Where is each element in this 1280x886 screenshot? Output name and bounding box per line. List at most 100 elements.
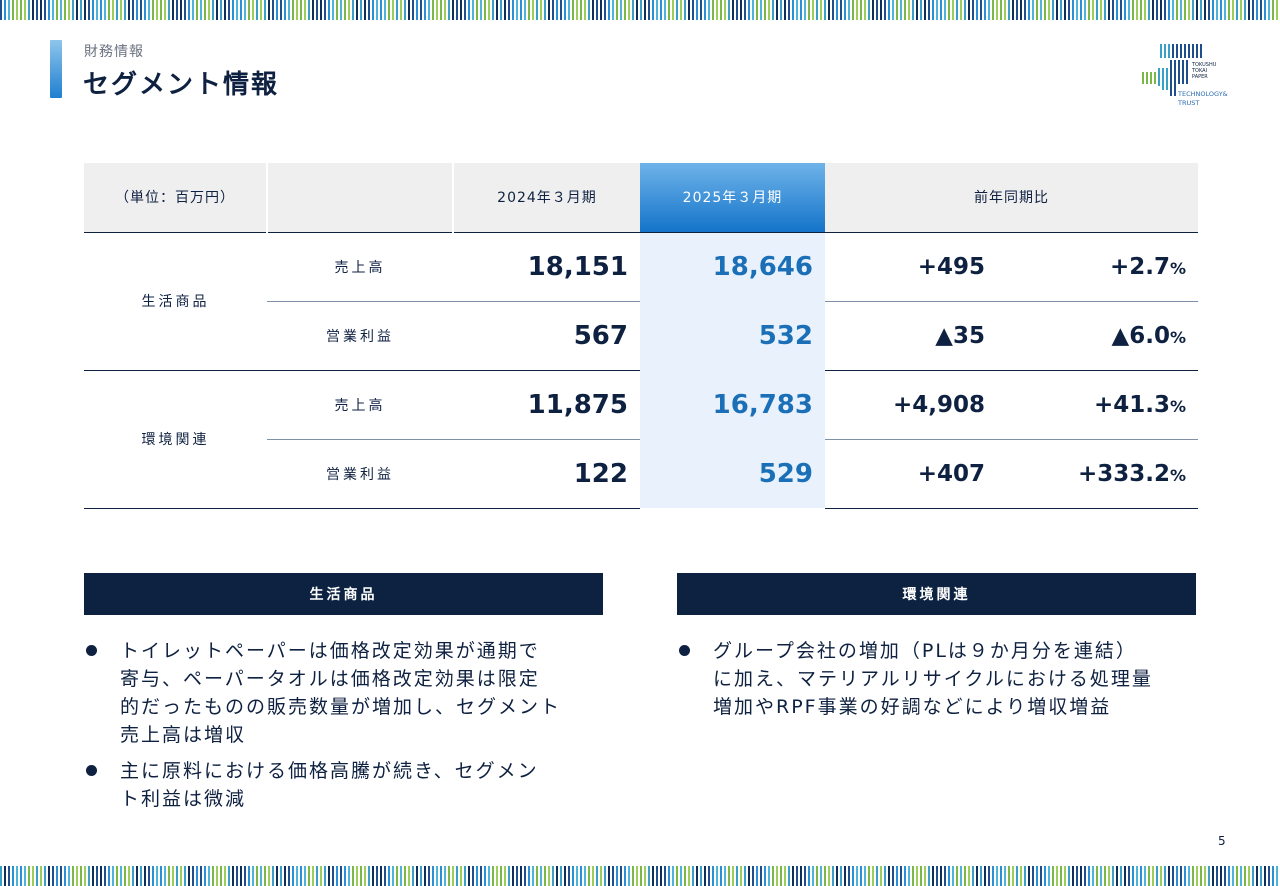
stripe-line [12,0,14,20]
stripe-line [1116,866,1118,886]
stripe-line [1044,0,1046,20]
stripe-line [924,0,926,20]
stripe-line [760,866,762,886]
stripe-line [612,0,614,20]
stripe-line [796,0,798,20]
stripe-line [212,866,214,886]
title-accent-bar [50,40,62,98]
stripe-line [1248,0,1250,20]
stripe-line [756,0,758,20]
stripe-line [728,0,730,20]
stripe-line [12,866,14,886]
stripe-line [336,0,338,20]
stripe-line [752,0,754,20]
metric-label: 営業利益 [267,439,453,509]
stripe-line [904,866,906,886]
stripe-line [216,866,218,886]
col-yoy-header: 前年同期比 [825,163,1198,233]
stripe-line [536,0,538,20]
stripe-line [868,866,870,886]
stripe-line [816,866,818,886]
stripe-line [20,866,22,886]
yoy-diff: +495 [825,232,1011,302]
stripe-line [556,0,558,20]
stripe-line [384,0,386,20]
stripe-line [1240,866,1242,886]
stripe-line [1044,866,1046,886]
stripe-line [576,0,578,20]
bullet-line: に加え、マテリアルリサイクルにおける処理量 [713,668,1153,690]
stripe-line [508,866,510,886]
stripe-line [404,866,406,886]
stripe-line [1168,866,1170,886]
stripe-line [108,0,110,20]
stripe-line [672,0,674,20]
stripe-line [1276,866,1278,886]
stripe-line [136,866,138,886]
stripe-line [708,0,710,20]
stripe-line [1020,866,1022,886]
stripe-line [492,866,494,886]
stripe-line [1268,866,1270,886]
stripe-line [136,0,138,20]
stripe-line [1072,866,1074,886]
stripe-line [568,866,570,886]
stripe-line [944,0,946,20]
stripe-line [548,0,550,20]
stripe-line [244,866,246,886]
stripe-line [468,0,470,20]
stripe-line [400,866,402,886]
stripe-line [8,866,10,886]
stripe-line [268,866,270,886]
logo-tagline-line-1: TECHNOLOGY& [1178,90,1228,98]
stripe-line [260,866,262,886]
stripe-line [304,0,306,20]
stripe-line [1204,866,1206,886]
stripe-line [416,866,418,886]
stripe-line [72,866,74,886]
stripe-line [1088,866,1090,886]
stripe-line [908,0,910,20]
stripe-line [592,0,594,20]
stripe-line [1244,866,1246,886]
stripe-line [452,866,454,886]
bullet-dot-icon [86,645,97,656]
stripe-line [1144,866,1146,886]
stripe-line [884,866,886,886]
stripe-line [336,866,338,886]
stripe-line [1124,0,1126,20]
stripe-line [4,866,6,886]
stripe-line [1100,0,1102,20]
prev-value: 11,875 [453,370,640,440]
stripe-line [580,866,582,886]
stripe-line [88,866,90,886]
stripe-line [176,0,178,20]
stripe-line [324,0,326,20]
stripe-line [316,866,318,886]
stripe-line [784,866,786,886]
stripe-line [132,0,134,20]
stripe-line [368,0,370,20]
stripe-line [964,866,966,886]
stripe-line [1004,0,1006,20]
stripe-line [0,0,2,20]
stripe-line [424,866,426,886]
stripe-line [296,0,298,20]
bullet-line: 寄与、ペーパータオルは価格改定効果は限定 [120,668,540,690]
company-logo: TOKUSHU TOKAI PAPER TECHNOLOGY& TRUST [1140,42,1232,108]
stripe-line [388,0,390,20]
stripe-line [724,0,726,20]
stripe-line [1052,0,1054,20]
list-item: トイレットペーパーは価格改定効果が通期で 寄与、ペーパータオルは価格改定効果は限… [84,637,604,749]
stripe-line [832,866,834,886]
stripe-line [100,866,102,886]
stripe-line [4,0,6,20]
stripe-line [932,866,934,886]
stripe-line [1116,0,1118,20]
stripe-line [612,866,614,886]
stripe-line [528,866,530,886]
stripe-line [344,866,346,886]
stripe-line [664,0,666,20]
stripe-line [1200,0,1202,20]
stripe-line [1056,0,1058,20]
